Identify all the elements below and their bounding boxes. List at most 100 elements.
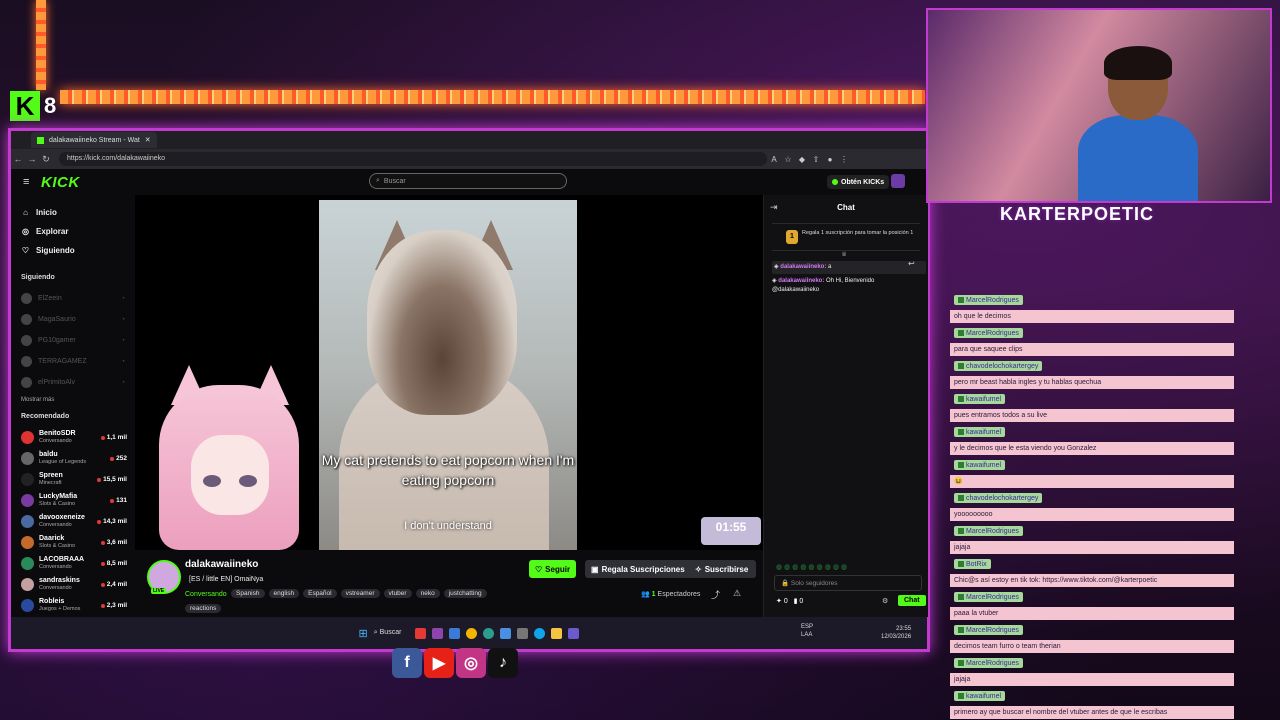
taskbar-clock[interactable]: 23:55 12/03/2026 bbox=[881, 625, 911, 641]
gift-leaderboard-banner[interactable]: 1 Regala 1 suscripción para tomar la pos… bbox=[772, 223, 920, 251]
sidebar-item-inicio[interactable]: ⌂ Inicio bbox=[11, 203, 133, 222]
overlay-message-text: primero ay que buscar el nombre del vtub… bbox=[950, 706, 1234, 719]
app-icon[interactable] bbox=[568, 627, 580, 639]
address-bar[interactable]: https://kick.com/dalakawaiineko bbox=[59, 152, 767, 166]
share-icon[interactable]: ⤴ bbox=[711, 588, 720, 601]
user-avatar[interactable] bbox=[891, 174, 905, 188]
profile-icon[interactable]: ● bbox=[823, 155, 837, 164]
recommended-channel[interactable]: davooxeneize Conversando 14,3 mil bbox=[11, 511, 133, 532]
tag-chip[interactable]: Spanish bbox=[231, 589, 265, 598]
cat-head bbox=[367, 230, 517, 415]
gear-icon[interactable]: ⚙ bbox=[882, 597, 888, 605]
app-icon[interactable] bbox=[432, 627, 444, 639]
kick-header: ≡ KICK ⌕ Buscar Obtén KICKs bbox=[11, 169, 927, 195]
system-tray[interactable]: ESP LAA bbox=[801, 623, 813, 639]
chat-input[interactable]: 🔒 Solo seguidores bbox=[774, 575, 922, 591]
recommended-channel[interactable]: Robleis Juegos + Demos 2,3 mil bbox=[11, 595, 133, 616]
app-icon[interactable] bbox=[517, 627, 529, 639]
pinned-icon[interactable]: ⩸ bbox=[842, 251, 846, 259]
browser-tab[interactable]: dalakawaiineko Stream - Wat ✕ bbox=[31, 132, 157, 148]
sidebar-item-siguiendo[interactable]: ♡ Siguiendo bbox=[11, 241, 133, 260]
recommended-channel[interactable]: baldu League of Legends 252 bbox=[11, 448, 133, 469]
kick-favicon-icon bbox=[37, 136, 44, 144]
tag-chip[interactable]: vtuber bbox=[383, 589, 412, 598]
streamer-name[interactable]: dalakawaiineko bbox=[185, 559, 258, 570]
avatar bbox=[21, 536, 34, 549]
app-icon[interactable] bbox=[415, 627, 427, 639]
live-dot-icon bbox=[100, 540, 105, 545]
translate-icon[interactable]: A bbox=[767, 155, 781, 164]
taskbar-search[interactable]: ⌕ Buscar bbox=[374, 629, 402, 637]
reload-icon[interactable]: ↻ bbox=[39, 154, 53, 165]
avatar bbox=[21, 578, 34, 591]
tag-chip[interactable]: vstreamer bbox=[340, 589, 380, 598]
following-channel[interactable]: elPrimitoAlv ◔ bbox=[11, 372, 133, 393]
avatar bbox=[21, 431, 34, 444]
video-timer: 01:55 bbox=[701, 517, 761, 545]
gift-subs-button[interactable]: ▣ Regala Suscripciones bbox=[585, 560, 691, 578]
recommended-channel[interactable]: LACOBRAAA Conversando 8,5 mil bbox=[11, 553, 133, 574]
lock-icon: 🔒 bbox=[781, 580, 790, 587]
following-channel[interactable]: PG10gamer ◔ bbox=[11, 330, 133, 351]
chat-username[interactable]: dalakawaiineko: bbox=[780, 264, 826, 270]
chat-username[interactable]: dalakawaiineko: bbox=[778, 278, 824, 284]
app-icon[interactable] bbox=[500, 627, 512, 639]
sidebar-item-explorar[interactable]: ◎ Explorar bbox=[11, 222, 133, 241]
hamburger-menu-icon[interactable]: ≡ bbox=[23, 176, 29, 188]
stream-title: [ES / little EN] OmaiNya bbox=[189, 576, 264, 583]
send-chat-button[interactable]: Chat bbox=[898, 595, 926, 606]
points-icon[interactable]: ✦ bbox=[776, 598, 782, 605]
windows-start-icon[interactable]: ⊞ bbox=[359, 627, 368, 640]
recommended-channel[interactable]: BenitoSDR Conversando 1,1 mil bbox=[11, 427, 133, 448]
menu-dots-icon[interactable]: ⋮ bbox=[837, 155, 851, 164]
report-icon[interactable]: ⚠ bbox=[733, 588, 741, 599]
stream-category[interactable]: Conversando bbox=[185, 591, 227, 598]
overlay-username-text: MarcelRodrigues bbox=[966, 659, 1019, 667]
show-more-link[interactable]: Mostrar más bbox=[11, 397, 133, 411]
following-channel[interactable]: MagaSaurio ◔ bbox=[11, 309, 133, 330]
emote-row[interactable]: ◍◍◍◍◍◍◍◍◍ bbox=[776, 563, 849, 571]
following-channel[interactable]: ElZeein ◔ bbox=[11, 288, 133, 309]
subscribe-button[interactable]: ✧ Suscribirse bbox=[687, 560, 757, 578]
chat-title: Chat bbox=[837, 203, 855, 212]
folder-icon[interactable] bbox=[551, 627, 563, 639]
chat-message[interactable]: ◈ dalakawaiineko: Oh Hi, Bienvenido @dal… bbox=[772, 277, 922, 295]
kicks-icon[interactable]: ▮ bbox=[794, 598, 798, 605]
get-kicks-button[interactable]: Obtén KICKs bbox=[827, 175, 890, 189]
overlay-message-text: oh que le decimos bbox=[950, 310, 1234, 323]
star-icon: ✧ bbox=[695, 564, 702, 574]
tag-chip[interactable]: neko bbox=[415, 589, 440, 598]
extension-icon[interactable]: ◆ bbox=[795, 155, 809, 164]
video-player[interactable]: My cat pretends to eat popcorn when I'm … bbox=[135, 195, 763, 550]
kick-logo[interactable]: KICK bbox=[41, 174, 80, 191]
following-channel[interactable]: TERRAGAMEZ ◔ bbox=[11, 351, 133, 372]
avatar bbox=[21, 293, 32, 304]
recommended-channel[interactable]: Spreen Minecraft 15,5 mil bbox=[11, 469, 133, 490]
tag-chip[interactable]: reactions bbox=[185, 604, 222, 613]
offline-icon: ◔ bbox=[121, 358, 125, 365]
stream-info-bar: LIVE dalakawaiineko [ES / little EN] Oma… bbox=[135, 550, 763, 617]
chat-message[interactable]: ◈ dalakawaiineko: a bbox=[772, 261, 926, 274]
channel-name: elPrimitoAlv bbox=[38, 379, 75, 386]
edge-icon[interactable] bbox=[534, 627, 546, 639]
recommended-channel[interactable]: sandraskins Conversando 2,4 mil bbox=[11, 574, 133, 595]
follow-button[interactable]: ♡ Seguir bbox=[529, 560, 577, 578]
forward-icon[interactable]: → bbox=[25, 154, 39, 164]
tag-chip[interactable]: Español bbox=[303, 589, 337, 598]
close-tab-icon[interactable]: ✕ bbox=[145, 136, 151, 144]
back-icon[interactable]: ← bbox=[11, 154, 25, 164]
star-icon[interactable]: ☆ bbox=[781, 155, 795, 164]
chrome-icon[interactable] bbox=[466, 627, 478, 639]
search-input[interactable]: ⌕ Buscar bbox=[369, 173, 567, 189]
reply-icon[interactable]: ↩ bbox=[908, 259, 915, 268]
tag-chip[interactable]: justchatting bbox=[443, 589, 487, 598]
avatar bbox=[21, 599, 34, 612]
recommended-channel[interactable]: LuckyMafia Slots & Casino 131 bbox=[11, 490, 133, 511]
recommended-channel[interactable]: Daarick Slots & Casino 3,6 mil bbox=[11, 532, 133, 553]
overlay-message-text: yooooooooo bbox=[950, 508, 1234, 521]
app-icon[interactable] bbox=[449, 627, 461, 639]
overlay-message-text: 😆 bbox=[950, 475, 1234, 488]
tag-chip[interactable]: english bbox=[268, 589, 300, 598]
share-icon[interactable]: ⇧ bbox=[809, 155, 823, 164]
app-icon[interactable] bbox=[483, 627, 495, 639]
